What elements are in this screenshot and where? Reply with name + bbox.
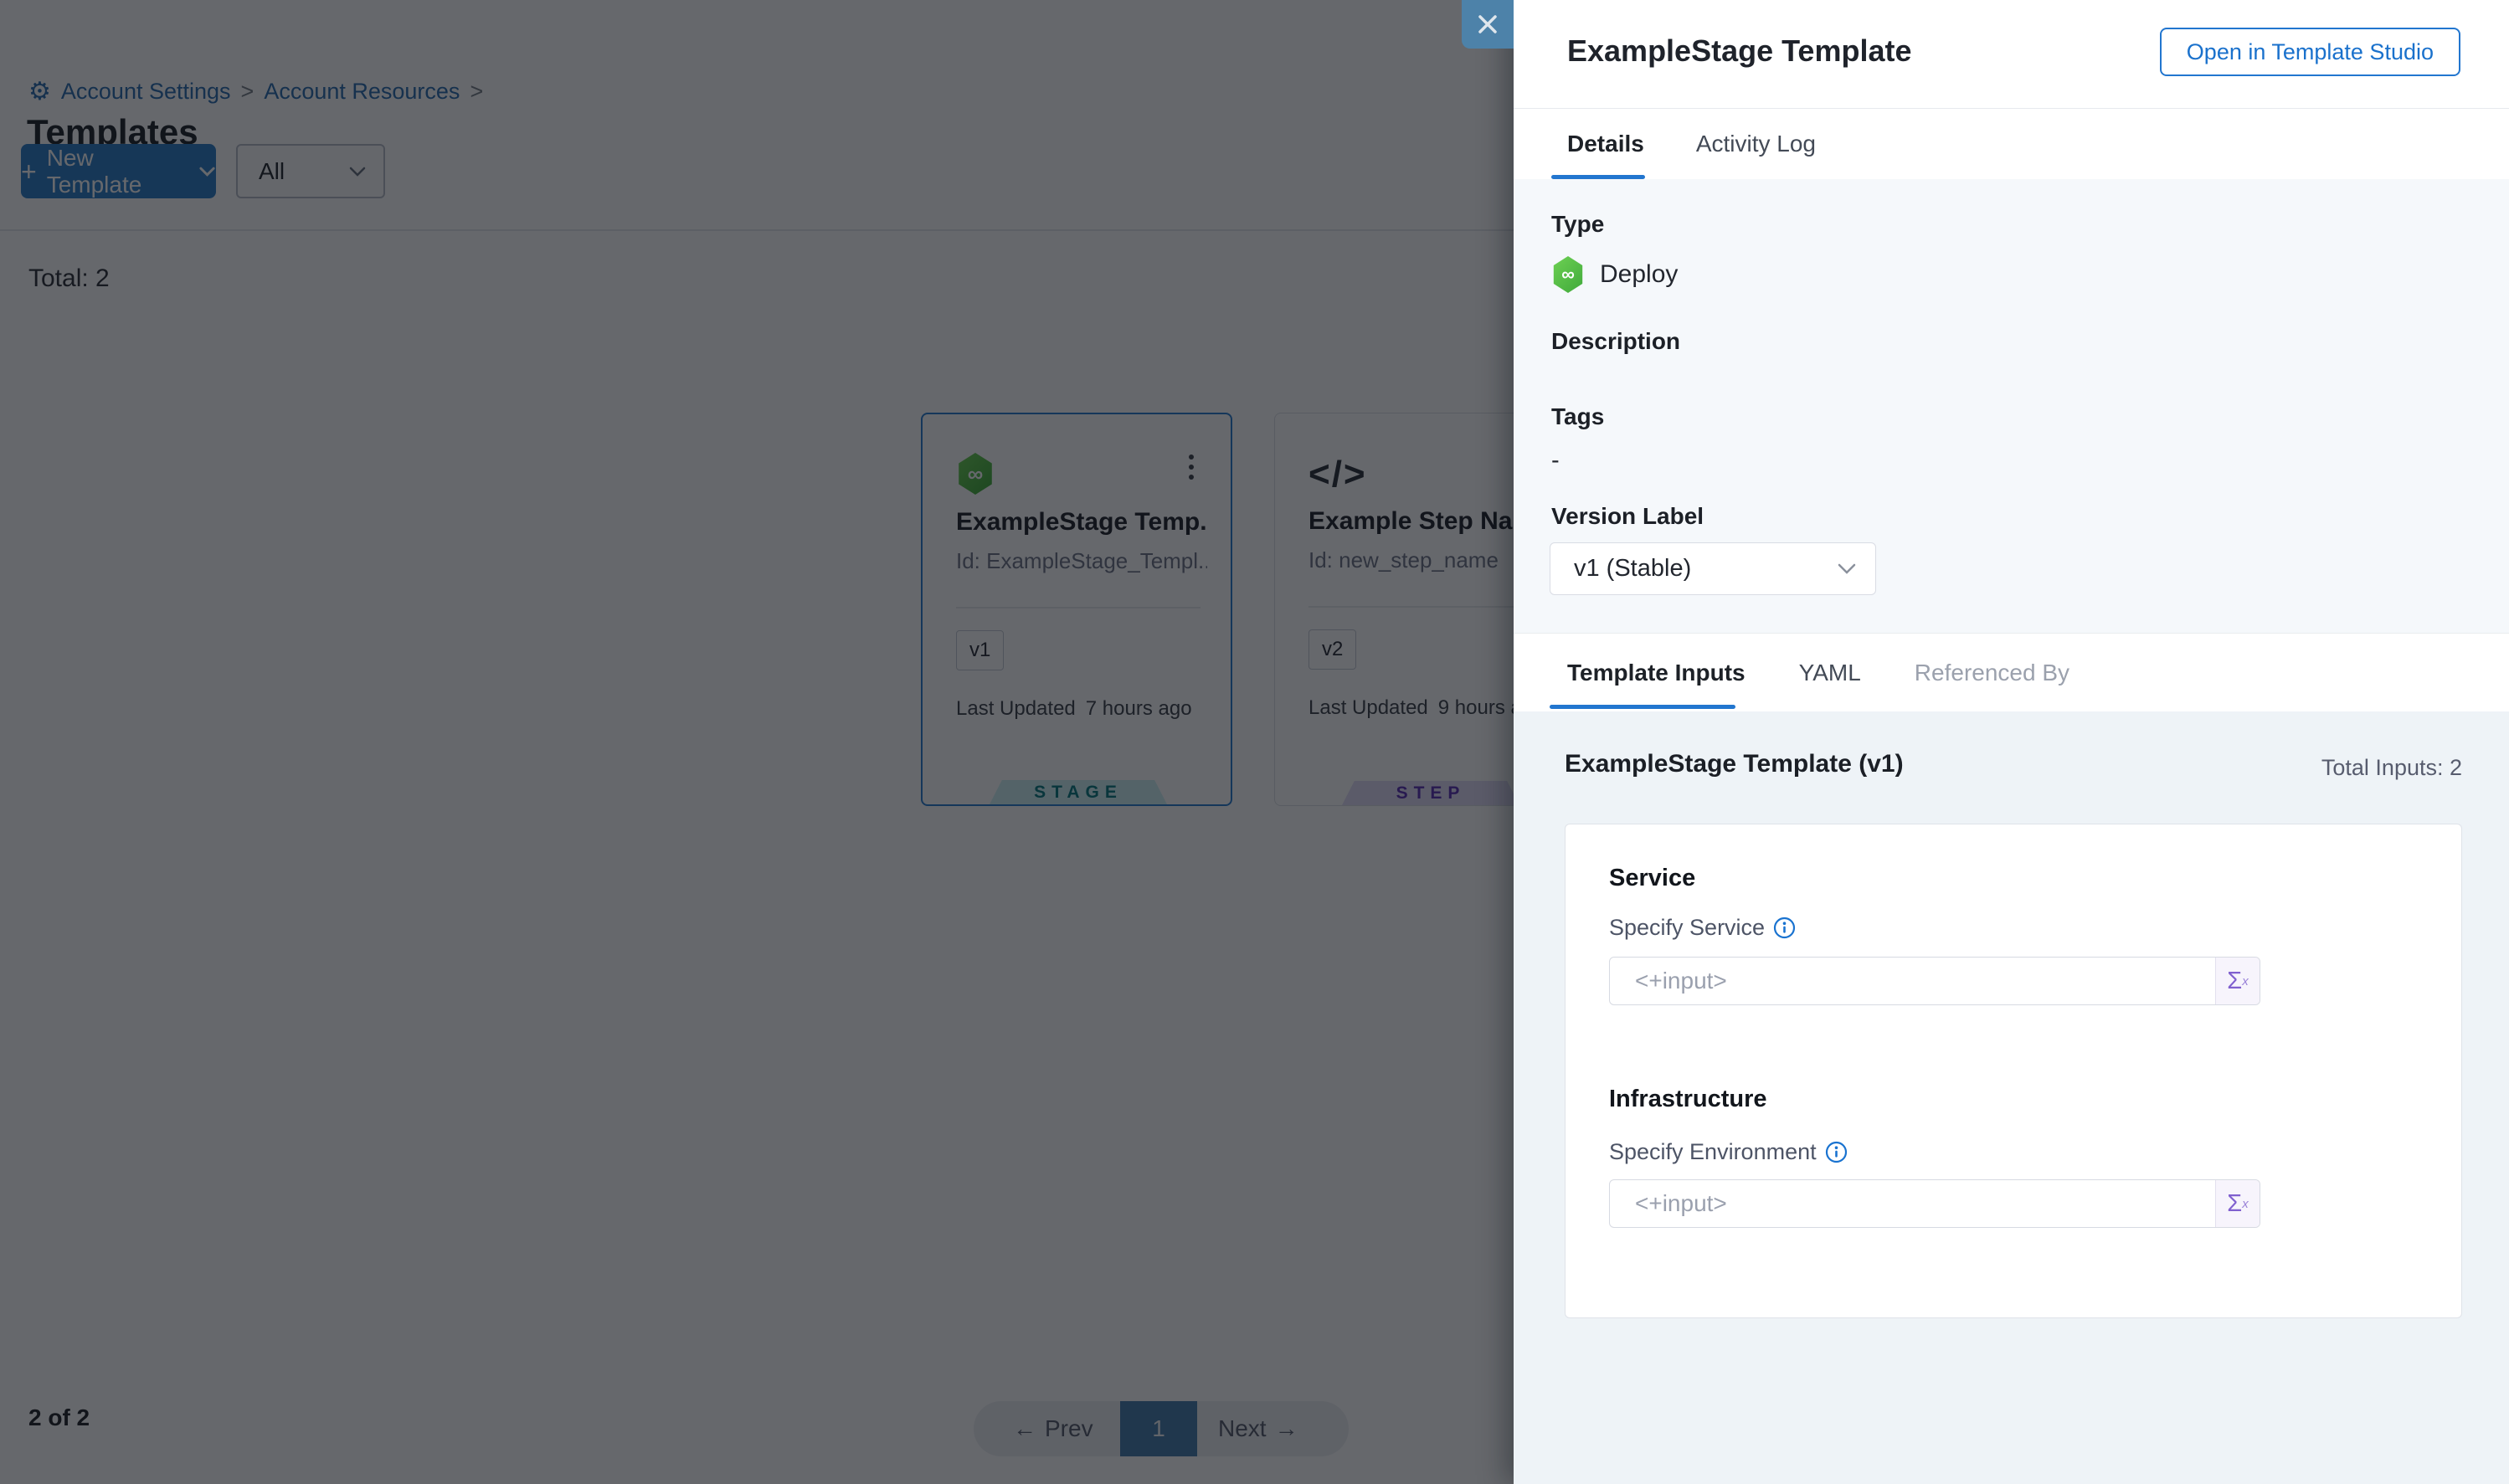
type-label: Type bbox=[1551, 211, 1604, 238]
drawer-sub-tabs: Template Inputs YAML Referenced By bbox=[1514, 633, 2509, 711]
version-select-value: v1 (Stable) bbox=[1574, 555, 1691, 583]
active-sub-tab-underline bbox=[1550, 705, 1735, 709]
total-inputs-count: Total Inputs: 2 bbox=[2321, 755, 2462, 781]
specify-environment-input-group: Σx bbox=[1609, 1179, 2260, 1228]
type-value: Deploy bbox=[1600, 260, 1678, 289]
description-label: Description bbox=[1551, 328, 1680, 355]
info-icon[interactable] bbox=[1825, 1141, 1848, 1163]
chevron-down-icon bbox=[1837, 562, 1857, 575]
section-title-service: Service bbox=[1609, 865, 1695, 892]
modal-overlay bbox=[0, 0, 1514, 1484]
drawer-title: ExampleStage Template bbox=[1567, 33, 1912, 69]
tags-label: Tags bbox=[1551, 403, 1604, 430]
specify-service-input[interactable] bbox=[1610, 958, 2215, 1004]
close-icon bbox=[1477, 13, 1499, 35]
version-label: Version Label bbox=[1551, 503, 1704, 530]
expression-sigma-icon[interactable]: Σx bbox=[2215, 958, 2260, 1004]
tags-value: - bbox=[1551, 447, 1560, 475]
specify-service-label: Specify Service bbox=[1609, 915, 1796, 941]
tab-activity-log[interactable]: Activity Log bbox=[1696, 131, 1816, 157]
info-icon[interactable] bbox=[1773, 917, 1796, 939]
cd-deploy-icon: ∞ bbox=[1551, 256, 1585, 293]
inputs-heading: ExampleStage Template (v1) bbox=[1565, 750, 1904, 778]
section-title-infrastructure: Infrastructure bbox=[1609, 1086, 1767, 1113]
tab-referenced-by[interactable]: Referenced By bbox=[1915, 660, 2069, 686]
drawer-tabs: Details Activity Log bbox=[1514, 109, 2509, 179]
templates-page: ⚙ Account Settings > Account Resources >… bbox=[0, 0, 2509, 1484]
specify-service-input-group: Σx bbox=[1609, 957, 2260, 1005]
tab-details[interactable]: Details bbox=[1567, 131, 1644, 157]
template-inputs-panel: ExampleStage Template (v1) Total Inputs:… bbox=[1514, 711, 2509, 1484]
expression-sigma-icon[interactable]: Σx bbox=[2215, 1180, 2260, 1227]
open-in-template-studio-button[interactable]: Open in Template Studio bbox=[2160, 28, 2460, 76]
specify-environment-label: Specify Environment bbox=[1609, 1139, 1848, 1165]
specify-environment-input[interactable] bbox=[1610, 1180, 2215, 1227]
drawer-close-button[interactable] bbox=[1462, 0, 1514, 49]
inputs-card: Service Specify Service Σx Infrastructur… bbox=[1565, 824, 2462, 1318]
tab-yaml[interactable]: YAML bbox=[1799, 660, 1861, 686]
type-value-row: ∞ Deploy bbox=[1551, 256, 1678, 293]
version-select[interactable]: v1 (Stable) bbox=[1550, 542, 1876, 595]
template-details-drawer: ExampleStage Template Open in Template S… bbox=[1514, 0, 2509, 1484]
details-panel: Type ∞ Deploy Description Tags - Version… bbox=[1514, 179, 2509, 633]
drawer-header: ExampleStage Template Open in Template S… bbox=[1514, 0, 2509, 109]
tab-template-inputs[interactable]: Template Inputs bbox=[1567, 660, 1746, 686]
